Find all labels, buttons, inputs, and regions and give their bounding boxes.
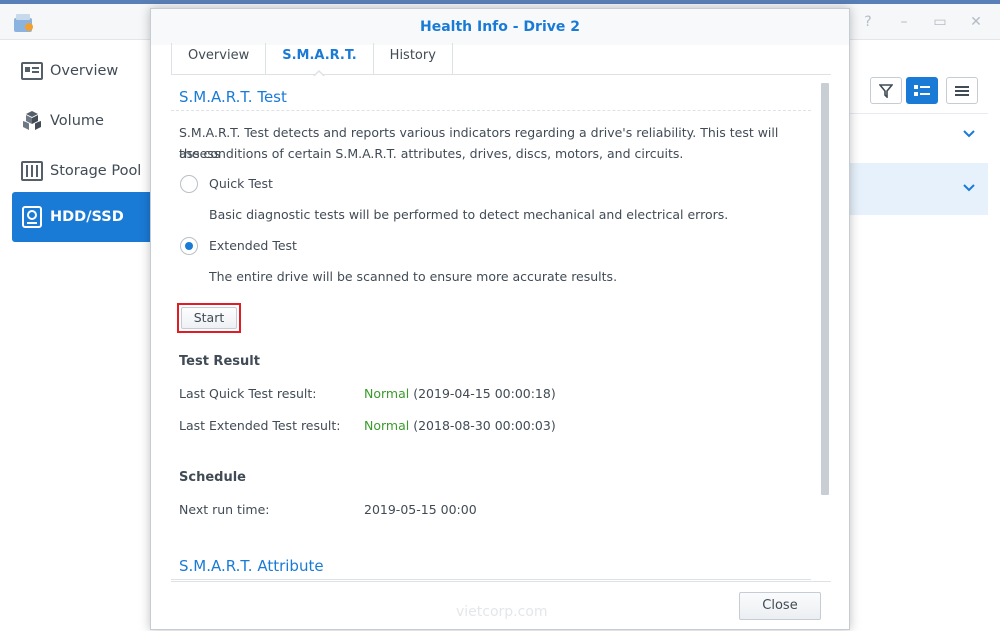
smart-attribute-title: S.M.A.R.T. Attribute <box>179 557 324 575</box>
chevron-down-icon[interactable] <box>962 128 976 143</box>
extended-status: Normal <box>364 418 410 433</box>
sidebar-item-label: Volume <box>50 113 104 129</box>
last-extended-test-value: Normal (2018-08-30 00:00:03) <box>364 418 556 433</box>
extended-test-radio[interactable] <box>180 237 198 255</box>
divider <box>171 110 811 111</box>
storage-pool-icon <box>20 159 44 183</box>
list-icon <box>955 85 969 96</box>
sidebar: Overview Volume Storage Pool HDD/SSD <box>0 40 162 631</box>
sidebar-item-hdd-ssd[interactable]: HDD/SSD <box>12 192 162 242</box>
filter-button[interactable] <box>870 77 902 104</box>
tab-history[interactable]: History <box>372 43 453 75</box>
quick-status: Normal <box>364 386 410 401</box>
last-extended-test-label: Last Extended Test result: <box>179 418 341 433</box>
next-run-value: 2019-05-15 00:00 <box>364 502 477 517</box>
maximize-icon[interactable]: ▭ <box>932 14 948 30</box>
last-quick-test-value: Normal (2019-04-15 00:00:18) <box>364 386 556 401</box>
schedule-heading: Schedule <box>179 470 246 485</box>
next-run-label: Next run time: <box>179 502 270 517</box>
divider <box>171 579 811 580</box>
start-button-highlight: Start <box>177 303 241 333</box>
overview-icon <box>20 59 44 83</box>
quick-time: (2019-04-15 00:00:18) <box>409 386 556 401</box>
quick-test-description: Basic diagnostic tests will be performed… <box>209 207 729 222</box>
list-view-button[interactable] <box>946 77 978 104</box>
sidebar-item-storage-pool[interactable]: Storage Pool <box>12 146 162 196</box>
extended-test-description: The entire drive will be scanned to ensu… <box>209 269 618 284</box>
storage-manager-logo-icon <box>12 12 36 34</box>
close-window-icon[interactable]: ✕ <box>968 14 984 30</box>
sidebar-item-label: Storage Pool <box>50 163 142 179</box>
volume-cubes-icon <box>20 109 44 133</box>
health-info-dialog: Health Info - Drive 2 Overview S.M.A.R.T… <box>150 8 850 630</box>
list-detail-view-button[interactable] <box>906 77 938 104</box>
last-quick-test-label: Last Quick Test result: <box>179 386 317 401</box>
sidebar-item-label: Overview <box>50 63 119 79</box>
minimize-icon[interactable]: – <box>896 14 912 30</box>
smart-test-title: S.M.A.R.T. Test <box>179 88 287 106</box>
dialog-title: Health Info - Drive 2 <box>151 9 849 45</box>
help-icon[interactable]: ? <box>860 14 876 30</box>
quick-test-radio[interactable] <box>180 175 198 193</box>
divider <box>850 113 988 114</box>
sidebar-item-label: HDD/SSD <box>50 209 124 225</box>
tab-overview[interactable]: Overview <box>171 43 265 75</box>
hdd-icon <box>20 205 44 229</box>
filter-icon <box>879 83 893 98</box>
sidebar-item-overview[interactable]: Overview <box>12 46 162 96</box>
close-button[interactable]: Close <box>739 592 821 620</box>
sidebar-item-volume[interactable]: Volume <box>12 96 162 146</box>
quick-test-label[interactable]: Quick Test <box>209 173 273 194</box>
tab-bar: Overview S.M.A.R.T. History <box>171 43 831 77</box>
tab-smart[interactable]: S.M.A.R.T. <box>265 43 372 77</box>
list-detail-icon <box>914 84 930 96</box>
extended-time: (2018-08-30 00:00:03) <box>409 418 556 433</box>
main-panel-background <box>850 40 1000 631</box>
smart-content: S.M.A.R.T. Test S.M.A.R.T. Test detects … <box>171 81 819 581</box>
test-result-heading: Test Result <box>179 354 260 369</box>
chevron-down-icon[interactable] <box>962 182 976 197</box>
watermark-text: vietcorp.com <box>456 604 548 620</box>
dialog-footer-divider <box>171 581 831 582</box>
start-button[interactable]: Start <box>181 307 237 329</box>
smart-test-description-line2: the conditions of certain S.M.A.R.T. att… <box>179 146 684 161</box>
scrollbar[interactable] <box>821 83 829 495</box>
extended-test-label[interactable]: Extended Test <box>209 235 297 256</box>
